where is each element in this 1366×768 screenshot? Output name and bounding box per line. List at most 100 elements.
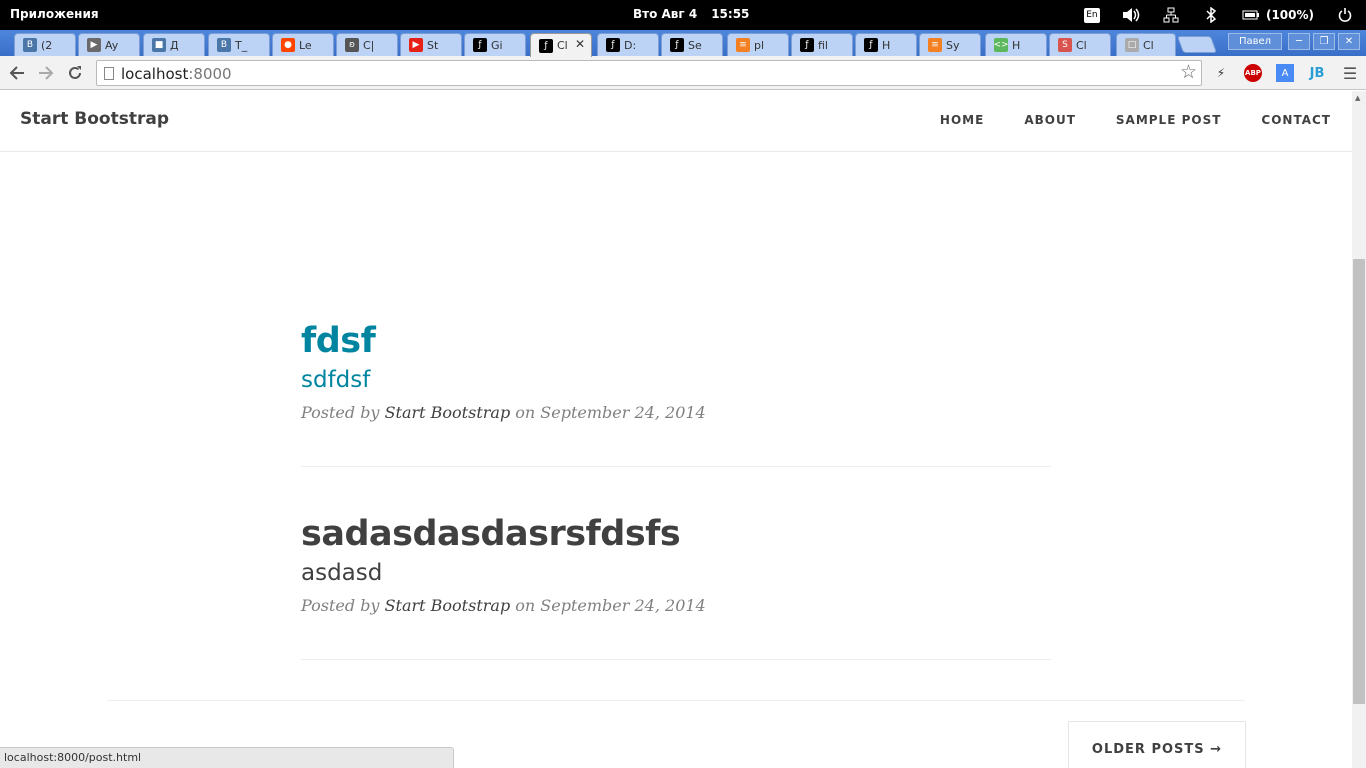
symfony-icon: ƒ: [606, 38, 620, 52]
symfony-icon: ƒ: [864, 38, 878, 52]
time-label: 15:55: [711, 7, 750, 21]
site-brand[interactable]: Start Bootstrap: [20, 109, 169, 129]
tab-8[interactable]: ƒ Gi: [464, 33, 526, 56]
forward-icon[interactable]: [36, 63, 56, 83]
browser-toolbar: localhost:8000 ☆ ⚡ ABP A JB ☰: [0, 56, 1366, 90]
nav-contact[interactable]: CONTACT: [1261, 113, 1331, 127]
battery-percentage: (100%): [1265, 8, 1314, 22]
pager-divider: [107, 700, 1245, 701]
tab-11[interactable]: ƒ Se: [661, 33, 723, 56]
minimize-icon[interactable]: ─: [1288, 33, 1310, 50]
post-subtitle[interactable]: asdasd: [301, 560, 1051, 586]
adblock-icon[interactable]: ABP: [1244, 64, 1262, 82]
url-text: localhost:8000: [121, 65, 232, 83]
vk-icon: В: [23, 38, 37, 52]
tab-5[interactable]: ● Le: [272, 33, 334, 56]
scrollbar-thumb[interactable]: [1353, 259, 1365, 704]
play-icon: ▶: [87, 38, 101, 52]
applications-menu[interactable]: Приложения: [10, 7, 99, 21]
tab-1[interactable]: В (2: [14, 33, 76, 56]
nav-sample-post[interactable]: SAMPLE POST: [1116, 113, 1222, 127]
older-posts-button[interactable]: OLDER POSTS →: [1068, 721, 1246, 768]
tab-2[interactable]: ▶ Ay: [78, 33, 140, 56]
tab-label: Sy: [946, 38, 960, 52]
site-navbar: Start Bootstrap HOME ABOUT SAMPLE POST C…: [0, 91, 1352, 152]
tab-14[interactable]: ƒH: [855, 33, 917, 56]
post-author-link[interactable]: Start Bootstrap: [385, 403, 511, 422]
page-viewport: Start Bootstrap HOME ABOUT SAMPLE POST C…: [0, 91, 1352, 768]
post-subtitle[interactable]: sdfdsf: [301, 367, 1051, 393]
symfony-icon: ƒ: [473, 38, 487, 52]
power-icon[interactable]: [1336, 6, 1354, 24]
bluetooth-icon[interactable]: [1202, 6, 1220, 24]
tab-label: Cl: [557, 39, 568, 52]
battery-icon[interactable]: [1242, 6, 1260, 24]
html-icon: <>: [993, 38, 1009, 52]
volume-icon[interactable]: [1122, 6, 1140, 24]
reload-icon[interactable]: [65, 63, 85, 83]
tab-3[interactable]: ■ Д: [143, 33, 205, 56]
address-bar[interactable]: localhost:8000 ☆: [96, 60, 1202, 86]
system-top-bar: Приложения Вто Авг 4 15:55 En (100%): [0, 0, 1366, 30]
post-divider: [301, 659, 1051, 660]
post-author-link[interactable]: Start Bootstrap: [385, 596, 511, 615]
tab-label: Д: [170, 38, 179, 52]
tab-label: (2: [41, 38, 53, 52]
tab-18[interactable]: □ Cl: [1116, 33, 1176, 56]
chat-icon: ■: [152, 38, 166, 52]
youtube-icon: ▶: [409, 38, 423, 52]
network-icon[interactable]: [1162, 6, 1180, 24]
page-icon: [104, 67, 114, 80]
tab-12[interactable]: ≡ pl: [727, 33, 789, 56]
vk-icon: В: [217, 38, 231, 52]
nav-links: HOME ABOUT SAMPLE POST CONTACT: [900, 113, 1331, 127]
translate-icon[interactable]: A: [1276, 64, 1294, 82]
page-scrollbar[interactable]: ▲: [1352, 91, 1366, 768]
tab-4[interactable]: В T_: [208, 33, 270, 56]
bookmark-star-icon[interactable]: ☆: [1180, 61, 1197, 83]
tab-15[interactable]: ≡ Sy: [919, 33, 981, 56]
codeigniter-icon: ʚ: [345, 38, 359, 52]
tab-17[interactable]: S Cl: [1049, 33, 1111, 56]
jetbrains-icon[interactable]: JB: [1308, 64, 1326, 82]
maximize-icon[interactable]: ❐: [1313, 33, 1335, 50]
post-divider: [301, 466, 1051, 467]
new-tab-button[interactable]: [1176, 36, 1218, 53]
symfony-icon: ƒ: [539, 38, 553, 53]
lightning-extension-icon[interactable]: ⚡: [1212, 64, 1230, 82]
tab-label: D:: [624, 38, 637, 52]
post-title[interactable]: fdsf: [301, 321, 1051, 361]
tab-7[interactable]: ▶ St: [400, 33, 462, 56]
tab-label: St: [427, 38, 439, 52]
scroll-up-icon[interactable]: ▲: [1355, 94, 1360, 102]
tab-label: C|: [363, 38, 375, 52]
tab-10[interactable]: ƒ D:: [597, 33, 659, 56]
tab-6[interactable]: ʚ C|: [336, 33, 398, 56]
keyboard-layout-indicator[interactable]: En: [1083, 7, 1100, 23]
reddit-icon: ●: [281, 38, 295, 52]
menu-icon[interactable]: ☰: [1341, 64, 1359, 83]
page-icon: □: [1125, 38, 1139, 52]
post-title[interactable]: sadasdasdasrsfdsfs: [301, 514, 1051, 554]
post-preview[interactable]: sadasdasdasrsfdsfs asdasd Posted by Star…: [301, 514, 1051, 615]
symfony-icon: ƒ: [800, 38, 814, 52]
profile-button[interactable]: Павел: [1228, 33, 1282, 50]
tab-label: Gi: [491, 38, 503, 52]
nav-about[interactable]: ABOUT: [1024, 113, 1076, 127]
tab-16[interactable]: <> H: [985, 33, 1047, 56]
tab-13[interactable]: ƒ fil: [791, 33, 853, 56]
tab-label: fil: [818, 38, 828, 52]
close-tab-icon[interactable]: ✕: [575, 37, 585, 51]
post-preview[interactable]: fdsf sdfdsf Posted by Start Bootstrap on…: [301, 321, 1051, 422]
post-meta: Posted by Start Bootstrap on September 2…: [301, 596, 706, 615]
tab-label: Se: [688, 38, 702, 52]
nav-home[interactable]: HOME: [940, 113, 984, 127]
tab-label: Cl: [1076, 38, 1087, 52]
tab-9[interactable]: ƒ Cl ✕: [530, 33, 592, 57]
clock[interactable]: Вто Авг 4 15:55: [633, 7, 763, 21]
date-label: Вто Авг 4: [633, 7, 698, 21]
back-icon[interactable]: [7, 63, 27, 83]
tab-label: H: [882, 38, 891, 52]
tab-label: Le: [299, 38, 312, 52]
close-window-icon[interactable]: ✕: [1338, 33, 1360, 50]
